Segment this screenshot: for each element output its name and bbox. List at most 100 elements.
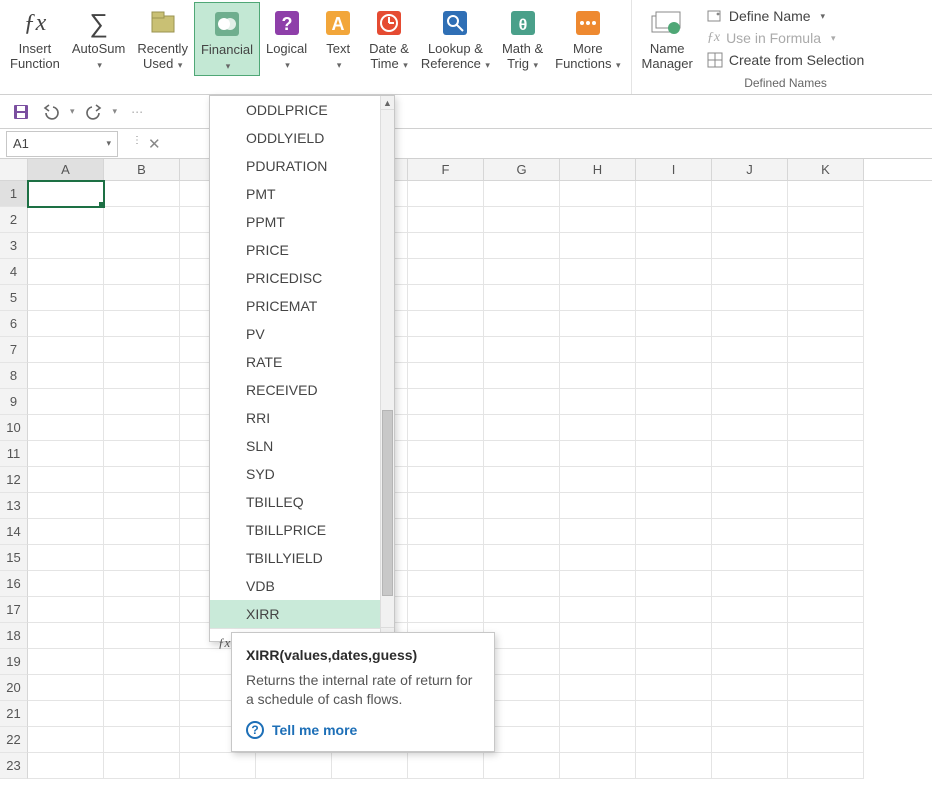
cell-J2[interactable] [712,207,788,233]
undo-dropdown[interactable]: ▾ [70,106,75,117]
cell-F16[interactable] [408,571,484,597]
cell-H12[interactable] [560,467,636,493]
column-header-H[interactable]: H [560,159,636,180]
cell-H21[interactable] [560,701,636,727]
cell-H10[interactable] [560,415,636,441]
cell-G18[interactable] [484,623,560,649]
cell-I14[interactable] [636,519,712,545]
cell-K19[interactable] [788,649,864,675]
cell-I12[interactable] [636,467,712,493]
cell-K14[interactable] [788,519,864,545]
row-header-19[interactable]: 19 [0,649,28,675]
cell-G11[interactable] [484,441,560,467]
cell-K23[interactable] [788,753,864,779]
cell-J14[interactable] [712,519,788,545]
menu-item-tbillyield[interactable]: TBILLYIELD [210,544,394,572]
cell-F9[interactable] [408,389,484,415]
cell-G21[interactable] [484,701,560,727]
column-header-A[interactable]: A [28,159,104,180]
cell-B2[interactable] [104,207,180,233]
cell-G9[interactable] [484,389,560,415]
cell-B15[interactable] [104,545,180,571]
cell-G8[interactable] [484,363,560,389]
row-header-12[interactable]: 12 [0,467,28,493]
define-name-button[interactable]: Define Name ▾ [707,6,864,26]
cell-G15[interactable] [484,545,560,571]
cell-J3[interactable] [712,233,788,259]
cell-I16[interactable] [636,571,712,597]
cell-J18[interactable] [712,623,788,649]
cell-F1[interactable] [408,181,484,207]
insert-function-button[interactable]: ƒx InsertFunction [4,2,66,74]
menu-item-tbillprice[interactable]: TBILLPRICE [210,516,394,544]
create-from-selection-button[interactable]: Create from Selection [707,50,864,70]
row-header-14[interactable]: 14 [0,519,28,545]
cell-G4[interactable] [484,259,560,285]
menu-item-xirr[interactable]: XIRR [210,600,394,628]
cell-K11[interactable] [788,441,864,467]
cell-J4[interactable] [712,259,788,285]
cell-B22[interactable] [104,727,180,753]
column-header-F[interactable]: F [408,159,484,180]
menu-item-price[interactable]: PRICE [210,236,394,264]
tell-me-more-link[interactable]: ? Tell me more [246,721,480,739]
cell-D23[interactable] [256,753,332,779]
cell-K20[interactable] [788,675,864,701]
cell-I3[interactable] [636,233,712,259]
cell-J9[interactable] [712,389,788,415]
cell-A1[interactable] [28,181,104,207]
cell-H3[interactable] [560,233,636,259]
column-header-K[interactable]: K [788,159,864,180]
cell-A22[interactable] [28,727,104,753]
cell-B21[interactable] [104,701,180,727]
cell-J5[interactable] [712,285,788,311]
cell-G23[interactable] [484,753,560,779]
cell-J17[interactable] [712,597,788,623]
cell-B5[interactable] [104,285,180,311]
menu-item-syd[interactable]: SYD [210,460,394,488]
menu-item-vdb[interactable]: VDB [210,572,394,600]
cell-F23[interactable] [408,753,484,779]
date-time-button[interactable]: Date &Time ▾ [363,2,415,74]
cell-B10[interactable] [104,415,180,441]
cell-A11[interactable] [28,441,104,467]
scroll-thumb[interactable] [382,410,393,596]
cell-A19[interactable] [28,649,104,675]
cell-H13[interactable] [560,493,636,519]
cell-J16[interactable] [712,571,788,597]
cell-J19[interactable] [712,649,788,675]
cell-G5[interactable] [484,285,560,311]
cell-B23[interactable] [104,753,180,779]
cell-A17[interactable] [28,597,104,623]
cell-B17[interactable] [104,597,180,623]
cell-J6[interactable] [712,311,788,337]
row-header-10[interactable]: 10 [0,415,28,441]
cell-G16[interactable] [484,571,560,597]
name-box[interactable]: A1 ▾ [6,131,118,157]
column-header-I[interactable]: I [636,159,712,180]
cell-H17[interactable] [560,597,636,623]
cell-K17[interactable] [788,597,864,623]
cell-B6[interactable] [104,311,180,337]
cell-A14[interactable] [28,519,104,545]
cell-F17[interactable] [408,597,484,623]
cell-K16[interactable] [788,571,864,597]
menu-item-pricedisc[interactable]: PRICEDISC [210,264,394,292]
cell-B11[interactable] [104,441,180,467]
cell-J23[interactable] [712,753,788,779]
cell-I2[interactable] [636,207,712,233]
cell-H6[interactable] [560,311,636,337]
menu-item-pmt[interactable]: PMT [210,180,394,208]
cell-G22[interactable] [484,727,560,753]
cell-A9[interactable] [28,389,104,415]
cell-I1[interactable] [636,181,712,207]
row-header-22[interactable]: 22 [0,727,28,753]
cell-H7[interactable] [560,337,636,363]
cell-B19[interactable] [104,649,180,675]
menu-item-received[interactable]: RECEIVED [210,376,394,404]
menu-item-sln[interactable]: SLN [210,432,394,460]
cell-A8[interactable] [28,363,104,389]
menu-item-oddlprice[interactable]: ODDLPRICE [210,96,394,124]
row-header-15[interactable]: 15 [0,545,28,571]
cell-H5[interactable] [560,285,636,311]
